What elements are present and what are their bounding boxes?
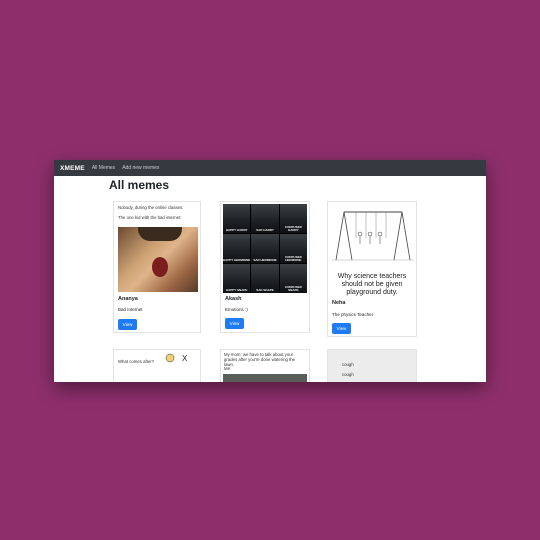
meme-grid: HAPPY HARRY SAD HARRY CONFUSED HARRY HAP… — [223, 204, 307, 293]
meme-card-ananya: Nobody, during the online classes: The o… — [113, 201, 201, 333]
meme-cartoon — [330, 204, 414, 264]
hair-shape — [138, 227, 182, 241]
meme-text-line: Nobody, during the online classes: — [118, 205, 184, 210]
card-caption: Emotions :) — [225, 307, 248, 312]
grid-cell: SAD HARRY — [251, 204, 279, 233]
card-caption: Bad Internet — [118, 307, 143, 312]
card-author: Ananya — [118, 296, 138, 302]
brand-logo[interactable]: XMEME — [60, 165, 85, 172]
swing-set-drawing — [332, 211, 414, 261]
grid-cell: HAPPY HERMIONE — [223, 234, 251, 263]
meme-photo — [118, 227, 198, 292]
grid-cell: SAD SNAPE — [251, 264, 279, 293]
card-author: Neha — [332, 300, 346, 306]
mouth-shape — [152, 257, 168, 277]
meme-card-row2-a: What comes after? X — [113, 349, 201, 382]
meme-card-akash: HAPPY HARRY SAD HARRY CONFUSED HARRY HAP… — [220, 201, 310, 333]
grid-cell: SAD HERMIONE — [251, 234, 279, 263]
meme-caption-text: Why science teachers should not be given… — [337, 273, 407, 296]
meme-image: HAPPY HARRY SAD HARRY CONFUSED HARRY HAP… — [223, 204, 307, 293]
nav-link-all-memes[interactable]: All Memes — [92, 165, 115, 171]
svg-text:X: X — [182, 354, 188, 363]
meme-card-row2-c: cough cough — [327, 349, 417, 382]
meme-text-line: What comes after? — [118, 359, 155, 364]
card-caption: The physics Teacher — [332, 312, 374, 317]
meme-text-line: Me: — [224, 366, 232, 371]
meme-image: Nobody, during the online classes: The o… — [116, 204, 198, 292]
meme-text-line: cough — [342, 372, 354, 377]
comic-panel-drawing: X — [165, 353, 188, 363]
page-title: All memes — [109, 178, 170, 192]
browser-viewport: XMEME All Memes Add new memes All memes … — [54, 160, 486, 382]
meme-card-neha: Why science teachers should not be given… — [327, 201, 417, 337]
meme-card-row2-b: My mom: we have to talk about your grade… — [220, 349, 310, 382]
navbar: XMEME All Memes Add new memes — [54, 160, 486, 176]
view-button[interactable]: View — [332, 323, 351, 334]
meme-text-line: The one kid with the bad internet: — [118, 215, 182, 220]
grid-cell: HAPPY HARRY — [223, 204, 251, 233]
grid-cell: CONFUSED HERMIONE — [279, 234, 307, 263]
meme-photo — [223, 374, 307, 382]
meme-text-line: cough — [342, 362, 354, 367]
nav-link-add-new-memes[interactable]: Add new memes — [122, 165, 159, 171]
meme-text-line: My mom: we have to talk about your grade… — [224, 352, 296, 367]
grid-cell: CONFUSED SNAPE — [279, 264, 307, 293]
view-button[interactable]: View — [118, 319, 137, 330]
view-button[interactable]: View — [225, 318, 244, 329]
grid-cell: HAPPY SNAPE — [223, 264, 251, 293]
grid-cell: CONFUSED HARRY — [279, 204, 307, 233]
card-author: Akash — [225, 296, 242, 302]
